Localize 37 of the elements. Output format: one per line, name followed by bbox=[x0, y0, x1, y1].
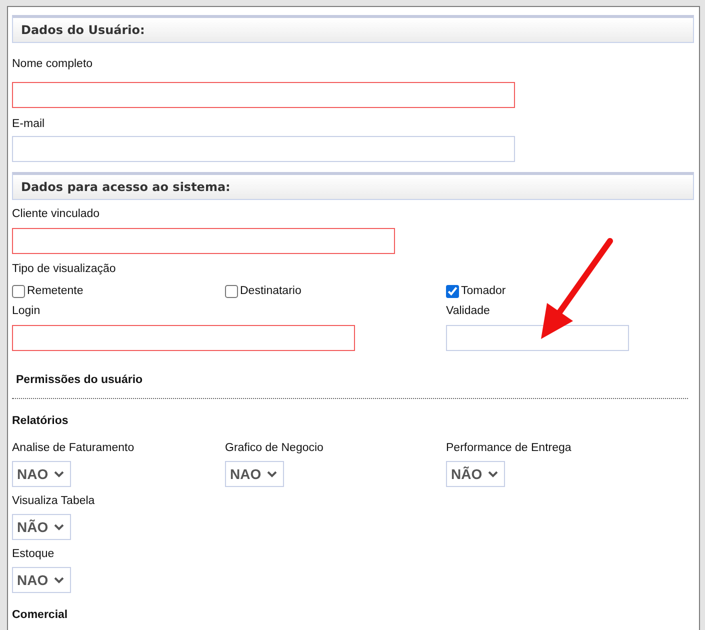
field-label: Cliente vinculado bbox=[12, 207, 100, 221]
field-label: Login bbox=[12, 304, 40, 318]
section-header: Dados do Usuário: bbox=[12, 15, 694, 43]
chevron-down-icon bbox=[488, 470, 498, 478]
chevron-down-icon bbox=[54, 524, 64, 530]
checkbox[interactable] bbox=[446, 284, 459, 298]
checkbox-label: Destinatario bbox=[240, 284, 302, 298]
field-label: Visualiza Tabela bbox=[12, 494, 95, 508]
field-label: Nome completo bbox=[12, 57, 93, 71]
dropdown[interactable]: NAO bbox=[225, 461, 284, 487]
chevron-down-icon bbox=[54, 470, 64, 478]
checkbox-label: Remetente bbox=[27, 284, 84, 298]
field-label: Tipo de visualização bbox=[12, 262, 116, 276]
section-header: Dados para acesso ao sistema: bbox=[12, 172, 694, 200]
permissions-title: Permissões do usuário bbox=[16, 373, 143, 387]
input-field[interactable] bbox=[12, 325, 355, 351]
input-field[interactable] bbox=[12, 228, 395, 254]
field-label: Validade bbox=[446, 304, 490, 318]
group-title: Comercial bbox=[12, 608, 68, 622]
input-field[interactable] bbox=[446, 325, 629, 351]
field-label: Grafico de Negocio bbox=[225, 441, 324, 455]
field-label: Analise de Faturamento bbox=[12, 441, 134, 455]
dropdown[interactable]: NAO bbox=[12, 461, 72, 487]
field-label: Performance de Entrega bbox=[446, 441, 572, 455]
chevron-down-icon bbox=[54, 576, 64, 584]
group-title: Relatórios bbox=[12, 414, 68, 428]
chevron-down-icon bbox=[267, 470, 278, 478]
field-label: E-mail bbox=[12, 117, 45, 131]
input-field[interactable] bbox=[12, 136, 515, 162]
field-label: Estoque bbox=[12, 547, 54, 561]
dropdown[interactable]: NÃO bbox=[446, 461, 506, 487]
input-field[interactable] bbox=[12, 82, 515, 108]
checkbox-label: Tomador bbox=[461, 284, 506, 298]
checkbox[interactable] bbox=[225, 284, 238, 298]
dropdown[interactable]: NÃO bbox=[12, 514, 72, 540]
checkbox[interactable] bbox=[12, 284, 25, 298]
dropdown[interactable]: NAO bbox=[12, 567, 72, 593]
